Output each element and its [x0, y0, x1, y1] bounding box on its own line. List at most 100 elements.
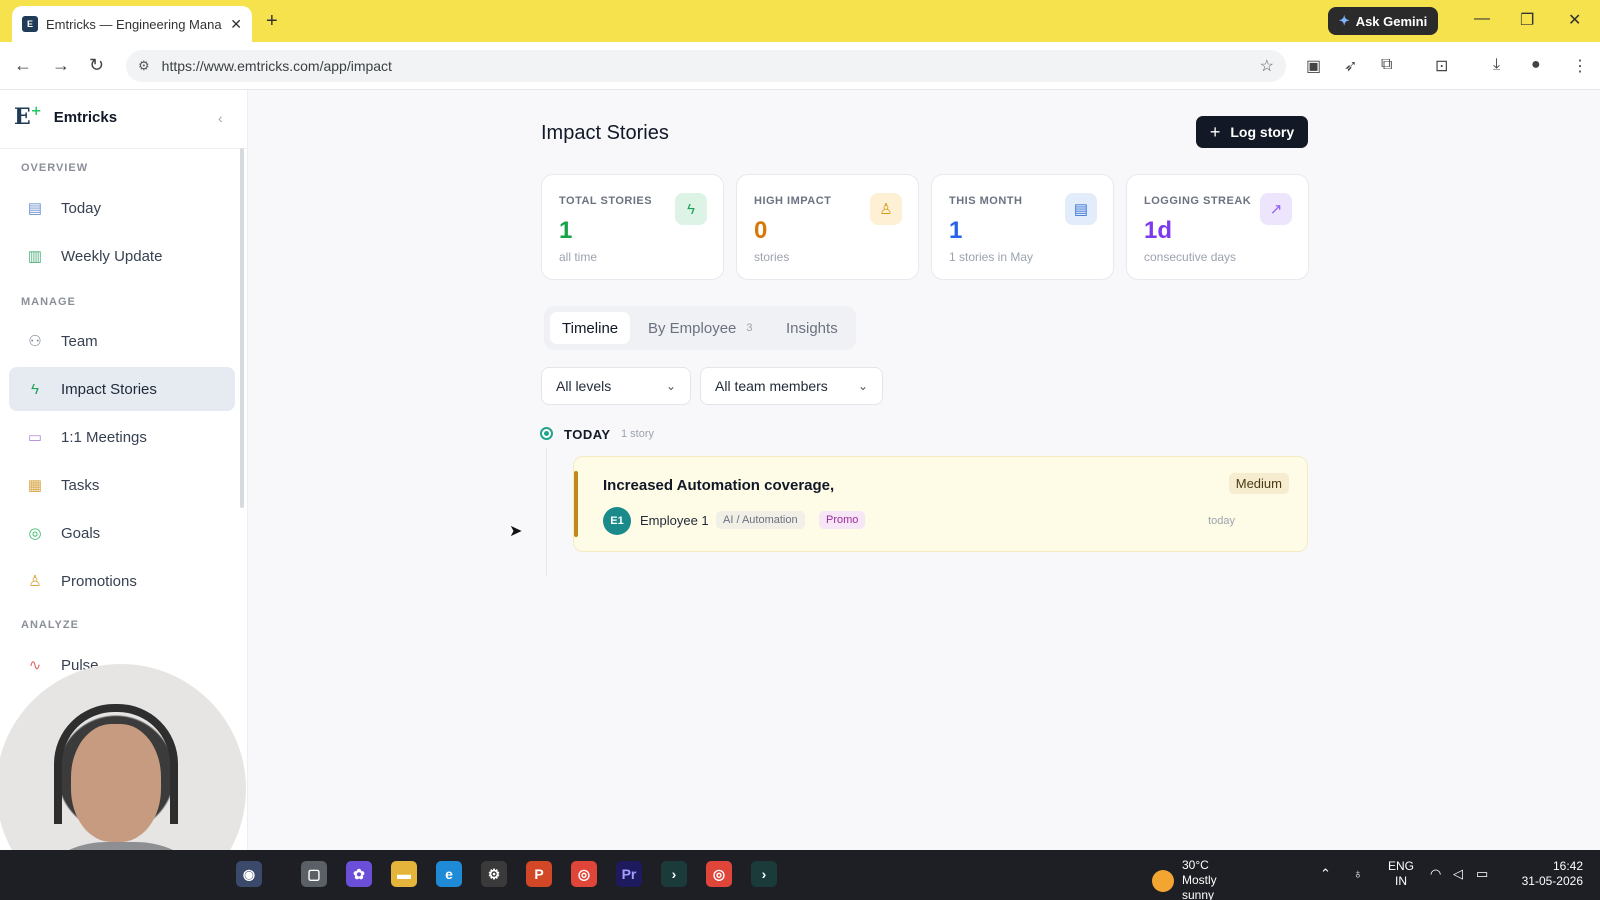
edge-icon[interactable]: e	[436, 861, 462, 887]
stat-card-this-month: THIS MONTH 1 1 stories in May ▤	[931, 174, 1114, 280]
sidebar-item-label: Impact Stories	[61, 380, 157, 398]
stat-card-high-impact: HIGH IMPACT 0 stories ♙	[736, 174, 919, 280]
wifi-icon[interactable]: ◠	[1430, 866, 1441, 882]
member-filter-select[interactable]: All team members ⌄	[700, 367, 883, 405]
profile-icon[interactable]: ●	[1531, 56, 1541, 74]
task-view-icon[interactable]: ▢	[301, 861, 327, 887]
restore-icon[interactable]: ❐	[1520, 10, 1534, 30]
url-text[interactable]: https://www.emtricks.com/app/impact	[162, 58, 1248, 74]
tab-count-badge: 3	[746, 322, 753, 334]
bolt-icon: ϟ	[675, 193, 707, 225]
story-accent-bar	[574, 471, 578, 537]
download-icon[interactable]: ⤓	[1493, 56, 1500, 74]
forward-icon[interactable]: →	[52, 55, 70, 76]
ask-gemini-button[interactable]: ✦ Ask Gemini	[1328, 7, 1438, 35]
page-title: Impact Stories	[541, 122, 669, 144]
browser-tab-strip: E Emtricks — Engineering Manag ✕ + ✦ Ask…	[0, 0, 1600, 42]
stat-sub: stories	[754, 250, 790, 264]
timeline-group-count: 1 story	[621, 428, 655, 440]
close-tab-icon[interactable]: ✕	[230, 16, 242, 33]
stat-card-logging-streak: LOGGING STREAK 1d consecutive days ↗	[1126, 174, 1309, 280]
sidebar-item-goals[interactable]: ◎ Goals	[9, 511, 235, 555]
sidebar-scrollbar[interactable]	[240, 148, 244, 508]
weather-widget[interactable]: 30°C Mostly sunny	[1152, 858, 1252, 900]
stat-sub: all time	[559, 250, 598, 264]
tab-label: By Employee	[648, 319, 737, 337]
minimize-icon[interactable]: —	[1474, 10, 1490, 28]
extension-rocket-icon[interactable]: ➶	[1344, 56, 1357, 76]
sidebar-item-label: Weekly Update	[61, 247, 163, 265]
calendar-check-icon: ▤	[27, 200, 43, 217]
language-indicator[interactable]: ENG IN	[1388, 859, 1414, 889]
chevron-down-icon: ⌄	[665, 379, 676, 393]
terminal-icon[interactable]: ›	[661, 861, 687, 887]
section-analyze: ANALYZE	[21, 619, 79, 631]
premiere-icon[interactable]: Pr	[616, 861, 642, 887]
reload-icon[interactable]: ↻	[89, 55, 104, 76]
sidebar-item-impact-stories[interactable]: ϟ Impact Stories	[9, 367, 235, 411]
sidebar-item-label: 1:1 Meetings	[61, 428, 147, 446]
chevron-up-icon[interactable]: ⌃	[1320, 866, 1331, 882]
window-close-icon[interactable]: ✕	[1568, 10, 1581, 30]
terminal-icon-2[interactable]: ›	[751, 861, 777, 887]
tab-timeline[interactable]: Timeline	[550, 312, 631, 344]
story-card[interactable]: Increased Automation coverage, Medium E1…	[573, 456, 1308, 552]
browser-tab[interactable]: E Emtricks — Engineering Manag ✕	[12, 6, 252, 42]
tab-search-icon[interactable]: ⊡	[1435, 56, 1448, 76]
stat-sub: 1 stories in May	[949, 250, 1034, 264]
sidebar-item-label: Goals	[61, 524, 101, 542]
stat-label: HIGH IMPACT	[754, 195, 832, 207]
volume-icon[interactable]: ◁	[1453, 866, 1463, 882]
headset-icon	[54, 704, 178, 824]
microphone-icon[interactable]: ♁	[1353, 866, 1363, 881]
chrome-active-icon[interactable]: ◎	[706, 861, 732, 887]
level-filter-select[interactable]: All levels ⌄	[541, 367, 691, 405]
taskbar: ◉ ▢ ✿ ▬ e ⚙ P ◎ Pr › ◎ › 30°C Mostly sun…	[0, 850, 1600, 900]
browser-menu-icon[interactable]: ⋮	[1572, 56, 1588, 76]
clock-time: 16:42	[1552, 859, 1583, 873]
log-story-button[interactable]: + Log story	[1196, 116, 1308, 148]
sidebar-item-meetings[interactable]: ▭ 1:1 Meetings	[9, 415, 235, 459]
timeline-group-label: TODAY	[564, 427, 611, 442]
sidebar-item-promotions[interactable]: ♙ Promotions	[9, 559, 235, 603]
powerpoint-icon[interactable]: P	[526, 861, 552, 887]
chrome-icon[interactable]: ◎	[571, 861, 597, 887]
weather-text: 30°C Mostly sunny	[1182, 858, 1252, 900]
stat-sub: consecutive days	[1144, 250, 1237, 264]
site-settings-icon[interactable]: ⚙	[138, 58, 150, 74]
collapse-sidebar-icon[interactable]: ‹	[218, 110, 223, 126]
sidebar-item-today[interactable]: ▤ Today	[9, 186, 235, 230]
story-time: today	[1208, 515, 1235, 527]
sidebar-item-weekly-update[interactable]: ▥ Weekly Update	[9, 234, 235, 278]
battery-icon[interactable]: ▭	[1476, 866, 1488, 882]
sidebar-item-team[interactable]: ⚇ Team	[9, 319, 235, 363]
extensions-puzzle-icon[interactable]: ⧉	[1381, 56, 1392, 74]
copilot-icon[interactable]: ✿	[346, 861, 372, 887]
employee-name: Employee 1	[640, 513, 709, 528]
address-toolbar: ← → ↻ ⚙ https://www.emtricks.com/app/imp…	[0, 42, 1600, 90]
calendar-icon: ▤	[1065, 193, 1097, 225]
extension-chart-icon[interactable]: ▣	[1306, 56, 1321, 76]
story-level-badge: Medium	[1228, 473, 1289, 494]
member-filter-value: All team members	[715, 378, 828, 394]
tab-by-employee[interactable]: By Employee 3	[636, 312, 765, 344]
chat-icon: ▭	[27, 429, 43, 446]
tab-insights[interactable]: Insights	[774, 312, 850, 344]
file-explorer-icon[interactable]: ▬	[391, 861, 417, 887]
document-icon: ▥	[27, 248, 43, 265]
bookmark-star-icon[interactable]: ☆	[1260, 56, 1274, 76]
emtricks-favicon-icon: E	[22, 16, 38, 32]
settings-app-icon[interactable]: ⚙	[481, 861, 507, 887]
brand[interactable]: E+ Emtricks	[14, 104, 117, 130]
timeline-line	[546, 448, 547, 576]
stat-label: TOTAL STORIES	[559, 195, 653, 207]
section-overview: OVERVIEW	[21, 162, 89, 174]
taskbar-app-icon[interactable]: ◉	[236, 861, 262, 887]
stat-value: 1	[949, 217, 963, 244]
new-tab-button[interactable]: +	[266, 10, 278, 33]
back-icon[interactable]: ←	[14, 55, 32, 76]
sidebar-item-tasks[interactable]: ▦ Tasks	[9, 463, 235, 507]
stat-label: THIS MONTH	[949, 195, 1023, 207]
clock[interactable]: 16:42 31-05-2026	[1513, 859, 1583, 889]
address-bar[interactable]: ⚙ https://www.emtricks.com/app/impact ☆	[126, 50, 1286, 82]
